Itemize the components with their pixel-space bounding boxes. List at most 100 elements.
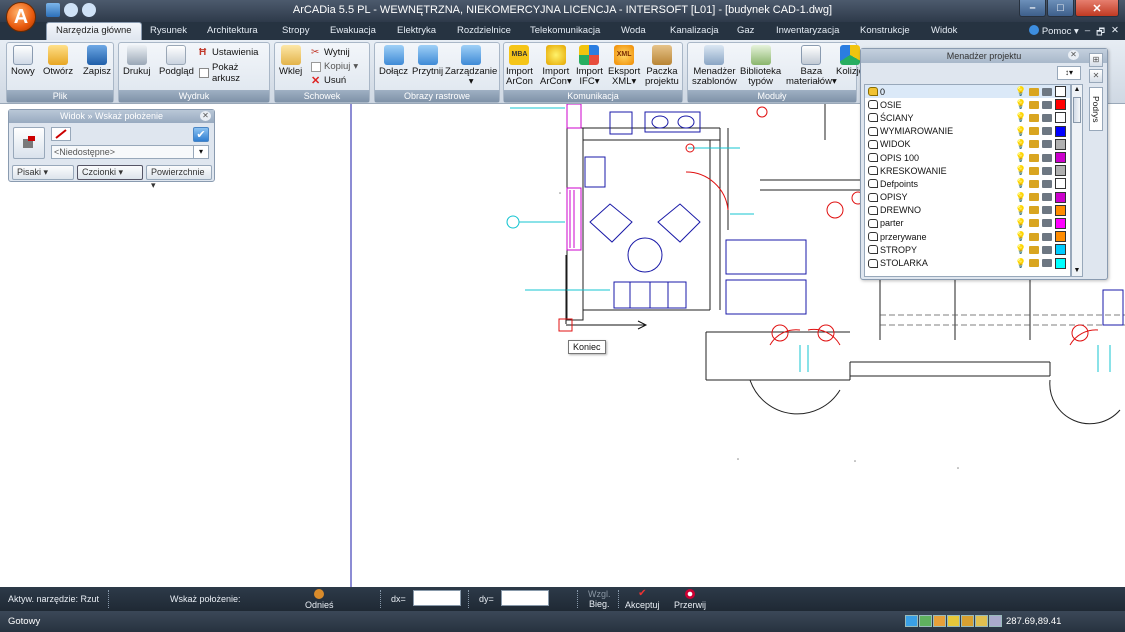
layer-row[interactable]: OPISY 💡	[865, 191, 1070, 204]
printer-icon[interactable]	[1042, 113, 1052, 122]
printer-icon[interactable]	[1042, 232, 1052, 241]
tab-kanalizacja[interactable]: Kanalizacja	[670, 25, 719, 36]
printer-icon[interactable]	[1042, 245, 1052, 254]
layer-color-swatch[interactable]	[1055, 244, 1066, 256]
project-package-button[interactable]: Paczka projektu	[645, 45, 679, 87]
layer-row[interactable]: Defpoints 💡	[865, 177, 1070, 190]
project-manager-close-icon[interactable]: ✕	[1068, 50, 1079, 60]
layer-row[interactable]: OSIE 💡	[865, 98, 1070, 111]
printer-icon[interactable]	[1042, 140, 1052, 149]
printer-icon[interactable]	[1042, 179, 1052, 188]
lock-icon[interactable]	[1029, 206, 1039, 215]
layer-color-swatch[interactable]	[1055, 99, 1066, 111]
printer-icon[interactable]	[1042, 193, 1052, 202]
layer-row[interactable]: KRESKOWANIE 💡	[865, 164, 1070, 177]
tab-telekomunikacja[interactable]: Telekomunikacja	[530, 25, 600, 36]
layer-list-scrollbar[interactable]: ▲ ▼	[1071, 84, 1083, 277]
osnap-toggle-icon[interactable]	[961, 615, 974, 627]
tab-konstrukcje[interactable]: Konstrukcje	[860, 25, 910, 36]
help-button[interactable]: Pomoc ▾	[1029, 25, 1079, 41]
tab-inwentaryzacja[interactable]: Inwentaryzacja	[776, 25, 839, 36]
show-sheet-button[interactable]: Pokaż arkusz	[199, 62, 269, 84]
template-manager-button[interactable]: Menadżer szablonów	[692, 45, 737, 87]
pin-button[interactable]: ⊞	[1089, 53, 1103, 67]
layer-color-swatch[interactable]	[1055, 257, 1066, 269]
lock-icon[interactable]	[1029, 127, 1039, 136]
import-ifc-button[interactable]: Import IFC▾	[576, 45, 603, 87]
tab-elektryka[interactable]: Elektryka	[397, 25, 436, 36]
visibility-bulb-icon[interactable]: 💡	[1015, 99, 1026, 110]
pens-dropdown[interactable]: Pisaki ▾	[12, 165, 74, 180]
settings-button[interactable]: Ħ Ustawienia	[199, 47, 258, 58]
tab-gaz[interactable]: Gaz	[737, 25, 754, 36]
tab-woda[interactable]: Woda	[621, 25, 646, 36]
layer-row[interactable]: przerywane 💡	[865, 230, 1070, 243]
visibility-bulb-icon[interactable]: 💡	[1015, 258, 1026, 269]
layer-row[interactable]: ŚCIANY 💡	[865, 111, 1070, 124]
print-button[interactable]: Drukuj	[123, 45, 150, 77]
new-button[interactable]: Nowy	[11, 45, 35, 77]
visibility-bulb-icon[interactable]: 💡	[1015, 205, 1026, 216]
visibility-bulb-icon[interactable]: 💡	[1015, 126, 1026, 137]
printer-icon[interactable]	[1042, 87, 1052, 96]
tab-rysunek[interactable]: Rysunek	[150, 25, 187, 36]
lock-icon[interactable]	[1029, 219, 1039, 228]
lock-icon[interactable]	[1029, 166, 1039, 175]
visibility-bulb-icon[interactable]: 💡	[1015, 152, 1026, 163]
layer-color-swatch[interactable]	[1055, 125, 1066, 137]
tab-narzedzia-glowne[interactable]: Narzędzia główne	[46, 22, 142, 40]
layer-field[interactable]: <Niedostępne>	[51, 145, 194, 159]
scroll-down-icon[interactable]: ▼	[1072, 266, 1082, 276]
lock-icon[interactable]	[1029, 140, 1039, 149]
mdi-minimize[interactable]: –	[1085, 25, 1090, 41]
layer-color-swatch[interactable]	[1055, 178, 1066, 190]
maximize-button[interactable]: □	[1047, 0, 1074, 17]
tab-podrys[interactable]: Podrys	[1089, 87, 1103, 131]
lock-icon[interactable]	[1029, 179, 1039, 188]
lock-icon[interactable]	[1029, 232, 1039, 241]
cut-button[interactable]: ✂ Wytnij	[311, 47, 350, 58]
layer-color-swatch[interactable]	[1055, 138, 1066, 150]
lock-icon[interactable]	[1029, 87, 1039, 96]
layer-row[interactable]: WIDOK 💡	[865, 138, 1070, 151]
printer-icon[interactable]	[1042, 153, 1052, 162]
panel-close-button[interactable]: ✕	[1089, 69, 1103, 83]
tab-widok[interactable]: Widok	[931, 25, 957, 36]
copy-button[interactable]: Kopiuj ▾	[311, 61, 358, 72]
save-button[interactable]: Zapisz	[83, 45, 111, 77]
materials-db-button[interactable]: Baza materiałów▾	[786, 45, 837, 87]
layer-row[interactable]: parter 💡	[865, 217, 1070, 230]
abort-button[interactable]: Przerwij	[674, 589, 706, 610]
layer-row[interactable]: STROPY 💡	[865, 243, 1070, 256]
visibility-bulb-icon[interactable]: 💡	[1015, 178, 1026, 189]
visibility-bulb-icon[interactable]: 💡	[1015, 139, 1026, 150]
visibility-bulb-icon[interactable]: 💡	[1015, 244, 1026, 255]
view-panel-close-icon[interactable]: ✕	[200, 111, 211, 121]
minimize-button[interactable]: –	[1019, 0, 1046, 17]
layer-color-swatch[interactable]	[1055, 191, 1066, 203]
visibility-bulb-icon[interactable]: 💡	[1015, 231, 1026, 242]
preview-button[interactable]: Podgląd	[159, 45, 194, 77]
open-button[interactable]: Otwórz	[43, 45, 73, 77]
scroll-thumb[interactable]	[1073, 97, 1081, 123]
grid-toggle-icon[interactable]	[919, 615, 932, 627]
printer-icon[interactable]	[1042, 259, 1052, 268]
lock-icon[interactable]	[1029, 153, 1039, 162]
manage-rasters-button[interactable]: Zarządzanie ▾	[445, 45, 497, 87]
visibility-bulb-icon[interactable]: 💡	[1015, 218, 1026, 229]
otrack-toggle-icon[interactable]	[975, 615, 988, 627]
polar-toggle-icon[interactable]	[947, 615, 960, 627]
mdi-close[interactable]: ✕	[1111, 25, 1119, 41]
fonts-dropdown[interactable]: Czcionki ▾	[77, 165, 143, 180]
confirm-check-button[interactable]: ✔	[193, 127, 209, 142]
lock-icon[interactable]	[1029, 113, 1039, 122]
layer-row[interactable]: OPIS 100 💡	[865, 151, 1070, 164]
ortho-toggle-icon[interactable]	[933, 615, 946, 627]
tab-stropy[interactable]: Stropy	[282, 25, 309, 36]
printer-icon[interactable]	[1042, 100, 1052, 109]
lock-icon[interactable]	[1029, 245, 1039, 254]
visibility-bulb-icon[interactable]: 💡	[1015, 86, 1026, 97]
paste-button[interactable]: Wklej	[279, 45, 302, 77]
printer-icon[interactable]	[1042, 219, 1052, 228]
close-button[interactable]: ✕	[1075, 0, 1119, 17]
